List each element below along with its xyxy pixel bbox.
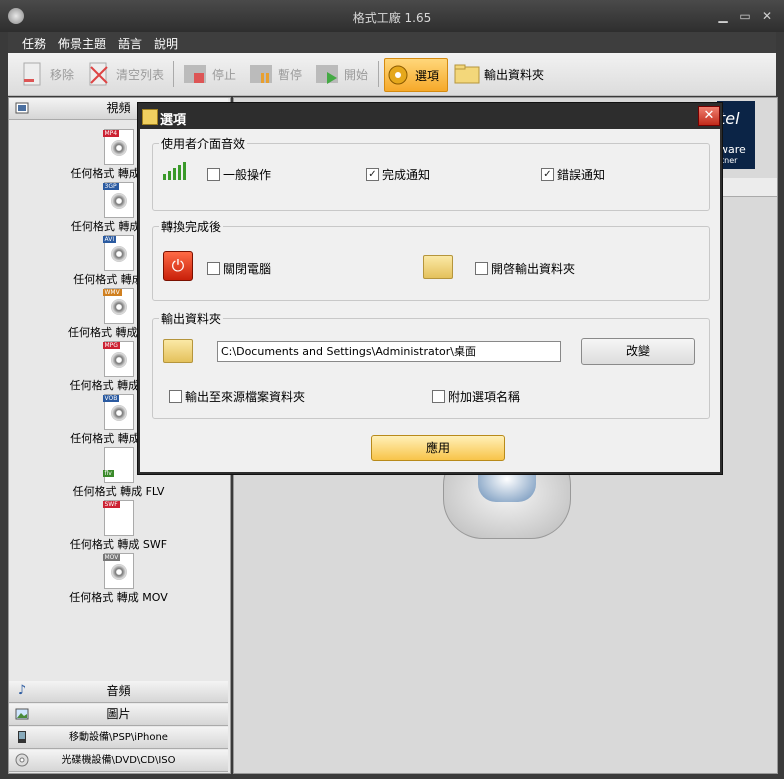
sidebar-item-label: 任何格式 轉成 SWF <box>69 538 168 551</box>
menu-bar: 任務 佈景主題 語言 說明 <box>8 32 776 53</box>
shutdown-checkbox[interactable]: 關閉電腦 <box>207 260 271 277</box>
disc-section-header[interactable]: 光碟機設備\DVD\CD\ISO <box>9 750 228 772</box>
dialog-close-button[interactable]: ✕ <box>698 106 720 126</box>
mobile-section-label: 移動設備\PSP\iPhone <box>69 732 168 743</box>
close-icon[interactable]: ✕ <box>758 8 776 24</box>
vob-file-icon: VOB <box>102 394 134 430</box>
remove-icon <box>23 62 41 86</box>
output-folder-button[interactable]: 輸出資料夾 <box>454 58 544 90</box>
mov-file-icon: MOV <box>102 553 134 589</box>
start-icon <box>316 65 338 84</box>
toolbar: 移除 清空列表 停止 暫停 開始 選項 輸出資料夾 <box>8 53 776 96</box>
toolbar-divider <box>378 61 379 87</box>
output-group-title: 輸出資料夾 <box>159 310 224 327</box>
menu-theme[interactable]: 佈景主題 <box>58 35 106 52</box>
disc-section-label: 光碟機設備\DVD\CD\ISO <box>61 755 176 766</box>
checkbox-box[interactable] <box>169 390 182 403</box>
audio-section-label: 音頻 <box>106 684 131 698</box>
wmv-file-icon: WMV <box>102 288 134 324</box>
mp4-file-icon: MP4 <box>102 129 134 165</box>
stop-label: 停止 <box>212 67 237 82</box>
dialog-title-bar: 選項 <box>138 103 722 129</box>
clear-list-icon <box>89 62 108 86</box>
picture-section-label: 圖片 <box>106 707 131 721</box>
start-button[interactable]: 開始 <box>314 58 368 90</box>
checkbox-box[interactable]: ✓ <box>541 168 554 181</box>
dialog-title: 選項 <box>160 113 187 128</box>
append-name-checkbox[interactable]: 附加選項名稱 <box>432 388 520 405</box>
output-folder-group: 輸出資料夾 C:\Documents and Settings\Administ… <box>152 310 710 419</box>
clear-list-label: 清空列表 <box>116 67 165 82</box>
dialog-body: 使用者介面音效 一般操作 ✓ 完成通知 ✓ 錯誤通知 轉換完成後 ⏻ 關閉電腦 開啓… <box>140 129 720 472</box>
options-icon <box>142 109 158 125</box>
flv-file-icon: flv <box>102 447 134 483</box>
menu-task[interactable]: 任務 <box>22 35 46 52</box>
music-note-icon: ♪ <box>17 683 27 698</box>
video-icon <box>15 102 29 114</box>
sound-error-checkbox[interactable]: ✓ 錯誤通知 <box>541 166 605 183</box>
swf-file-icon: SWF <box>102 500 134 536</box>
audio-section-header[interactable]: ♪ 音頻 <box>9 681 228 703</box>
sidebar-item-label: 任何格式 轉成 FLV <box>72 485 165 498</box>
maximize-icon[interactable]: ▭ <box>736 8 754 24</box>
menu-help[interactable]: 說明 <box>154 35 178 52</box>
options-label: 選項 <box>415 68 440 83</box>
cd-icon <box>15 753 29 767</box>
pause-button[interactable]: 暫停 <box>248 58 302 90</box>
mobile-section-header[interactable]: 移動設備\PSP\iPhone <box>9 727 228 749</box>
sound-done-checkbox[interactable]: ✓ 完成通知 <box>366 166 430 183</box>
remove-button[interactable]: 移除 <box>20 58 74 90</box>
sidebar-item-label: 任何格式 轉成 MOV <box>69 591 168 604</box>
toolbar-divider <box>173 61 174 87</box>
sound-group: 使用者介面音效 一般操作 ✓ 完成通知 ✓ 錯誤通知 <box>152 135 710 211</box>
video-section-label: 視頻 <box>106 101 131 115</box>
mobile-device-icon <box>18 731 26 743</box>
power-icon: ⏻ <box>163 251 193 281</box>
checkbox-box[interactable] <box>432 390 445 403</box>
window-title: 格式工廠 1.65 <box>352 11 432 25</box>
sidebar-item-swf[interactable]: SWF 任何格式 轉成 SWF <box>9 500 228 552</box>
mpg-file-icon: MPG <box>102 341 134 377</box>
picture-icon <box>15 708 29 720</box>
start-label: 開始 <box>344 67 369 82</box>
menu-language[interactable]: 語言 <box>118 35 142 52</box>
minimize-icon[interactable]: ▁ <box>714 8 732 24</box>
folder-icon <box>423 255 453 279</box>
after-group-title: 轉換完成後 <box>159 218 224 235</box>
avi-file-icon: AVI <box>102 235 134 271</box>
checkbox-box[interactable] <box>207 262 220 275</box>
after-conversion-group: 轉換完成後 ⏻ 關閉電腦 開啓輸出資料夾 <box>152 218 710 301</box>
folder-icon <box>163 339 193 363</box>
output-path-field[interactable]: C:\Documents and Settings\Administrator\… <box>217 341 561 362</box>
stop-button[interactable]: 停止 <box>182 58 236 90</box>
title-bar: 格式工廠 1.65 ▁ ▭ ✕ <box>0 0 784 32</box>
pause-label: 暫停 <box>278 67 303 82</box>
output-to-source-checkbox[interactable]: 輸出至來源檔案資料夾 <box>169 388 305 405</box>
checkbox-box[interactable] <box>207 168 220 181</box>
checkbox-box[interactable]: ✓ <box>366 168 379 181</box>
open-output-checkbox[interactable]: 開啓輸出資料夾 <box>475 260 575 277</box>
sound-group-title: 使用者介面音效 <box>159 135 248 152</box>
stop-icon <box>184 65 206 83</box>
gear-icon <box>388 65 408 85</box>
folder-icon <box>454 64 480 84</box>
3gp-file-icon: 3GP <box>102 182 134 218</box>
sidebar-item-mov[interactable]: MOV 任何格式 轉成 MOV <box>9 553 228 605</box>
sound-general-checkbox[interactable]: 一般操作 <box>207 166 271 183</box>
clear-list-button[interactable]: 清空列表 <box>86 58 164 90</box>
remove-label: 移除 <box>50 67 75 82</box>
volume-icon <box>163 162 186 180</box>
apply-button[interactable]: 應用 <box>371 435 505 461</box>
output-folder-label: 輸出資料夾 <box>484 67 545 82</box>
options-dialog: 選項 ✕ 使用者介面音效 一般操作 ✓ 完成通知 ✓ 錯誤通知 轉換完成後 ⏻ 關閉… <box>137 102 723 475</box>
pause-icon <box>250 65 272 83</box>
change-button[interactable]: 改變 <box>581 338 695 365</box>
checkbox-box[interactable] <box>475 262 488 275</box>
picture-section-header[interactable]: 圖片 <box>9 704 228 726</box>
options-button[interactable]: 選項 <box>384 58 448 92</box>
